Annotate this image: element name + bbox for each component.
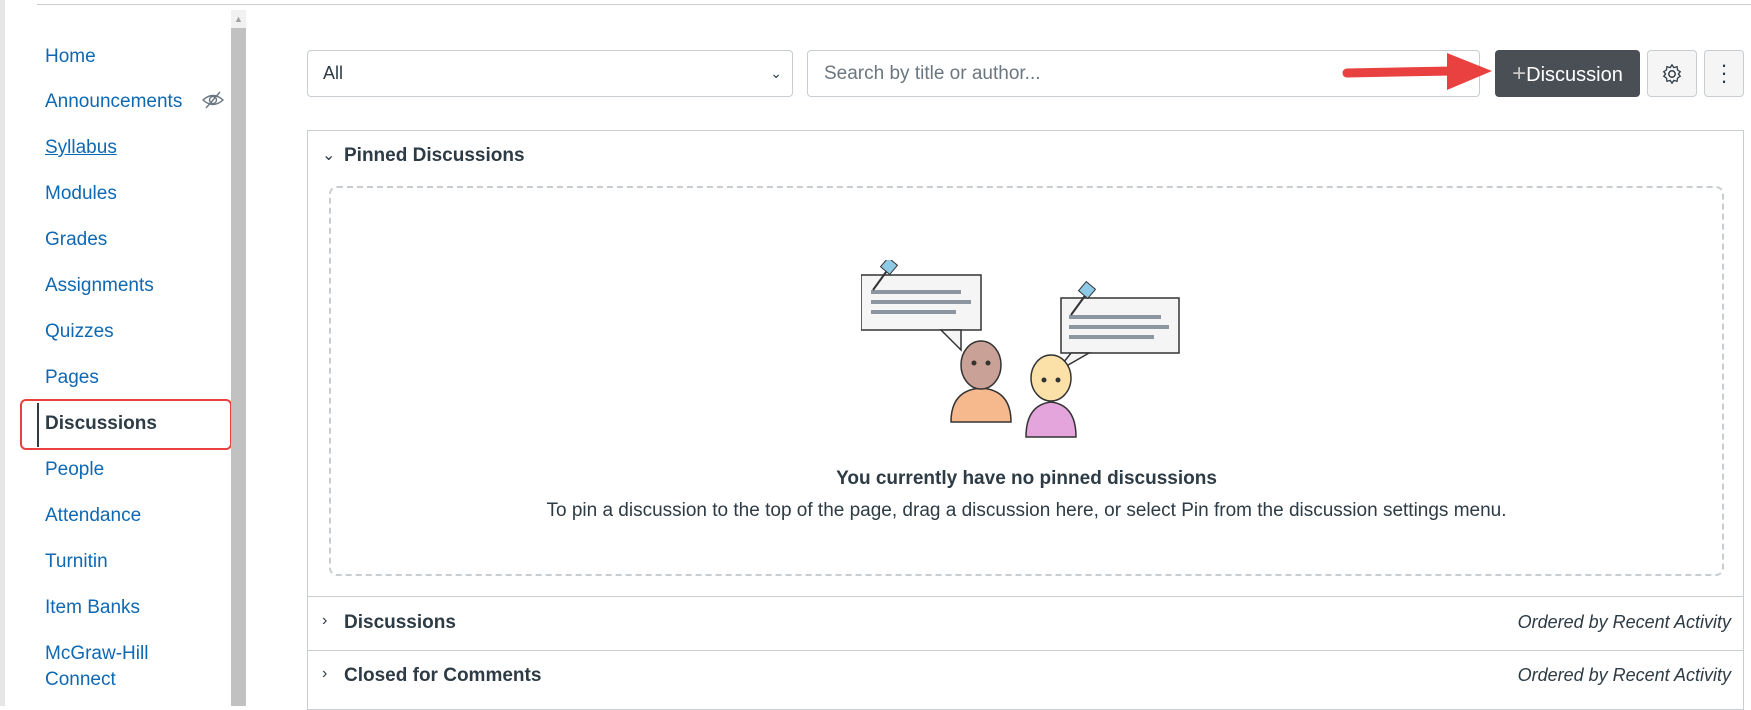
scrollbar[interactable]: ▲ [231,10,246,706]
filter-value: All [323,63,344,83]
more-options-button[interactable]: · · · [1704,50,1744,97]
nav-home[interactable]: Home [45,45,96,68]
discussions-title: Discussions [344,612,456,633]
closed-section[interactable]: › Closed for Comments Ordered by Recent Ac… [308,650,1743,710]
pinned-header[interactable]: ⌄ Pinned Discussions [308,145,1743,167]
discussions-order: Ordered by Recent Activity [1517,612,1731,632]
add-discussion-label: Discussion [1526,64,1623,86]
chevron-right-icon: › [322,665,328,682]
empty-description: To pin a discussion to the top of the pa… [546,500,1507,521]
nav-item-banks[interactable]: Item Banks [45,596,140,619]
empty-title: You currently have no pinned discussions [836,468,1217,489]
filter-select[interactable]: All ⌄ [307,50,793,97]
nav-pages[interactable]: Pages [45,366,99,389]
window-edge [0,0,5,706]
settings-button[interactable] [1647,50,1697,97]
red-arrow-annotation [1342,53,1492,90]
pinned-title: Pinned Discussions [344,145,525,166]
nav-mcgraw-hill[interactable]: McGraw-Hill [45,642,148,665]
nav-grades[interactable]: Grades [45,228,107,251]
closed-order: Ordered by Recent Activity [1517,665,1731,685]
highlight-box [20,399,232,450]
add-discussion-button[interactable]: +Discussion [1495,50,1640,97]
chevron-down-icon: ⌄ [770,65,782,81]
eye-off-icon [202,91,224,109]
divider [37,4,1751,5]
scroll-up-icon[interactable]: ▲ [231,10,246,28]
nav-modules[interactable]: Modules [45,182,117,205]
nav-announcements[interactable]: Announcements [45,90,182,113]
pinned-dropzone[interactable]: You currently have no pinned discussions… [329,186,1724,576]
plus-icon: + [1512,60,1527,87]
nav-people[interactable]: People [45,458,104,481]
discussions-panel: ⌄ Pinned Discussions You currently have n… [307,130,1744,710]
kebab-icon: · · · [1720,52,1728,93]
closed-title: Closed for Comments [344,665,542,686]
nav-mcgraw-hill-line2[interactable]: Connect [45,668,116,691]
chevron-down-icon: ⌄ [322,147,336,164]
search-placeholder: Search by title or author... [824,63,1041,84]
nav-syllabus[interactable]: Syllabus [45,136,117,159]
nav-attendance[interactable]: Attendance [45,504,141,527]
discussion-illustration [861,260,1180,438]
gear-icon [1662,63,1682,85]
nav-quizzes[interactable]: Quizzes [45,320,114,343]
chevron-right-icon: › [322,612,328,629]
nav-turnitin[interactable]: Turnitin [45,550,108,573]
nav-assignments[interactable]: Assignments [45,274,154,297]
discussions-section[interactable]: › Discussions Ordered by Recent Activity [308,596,1743,651]
